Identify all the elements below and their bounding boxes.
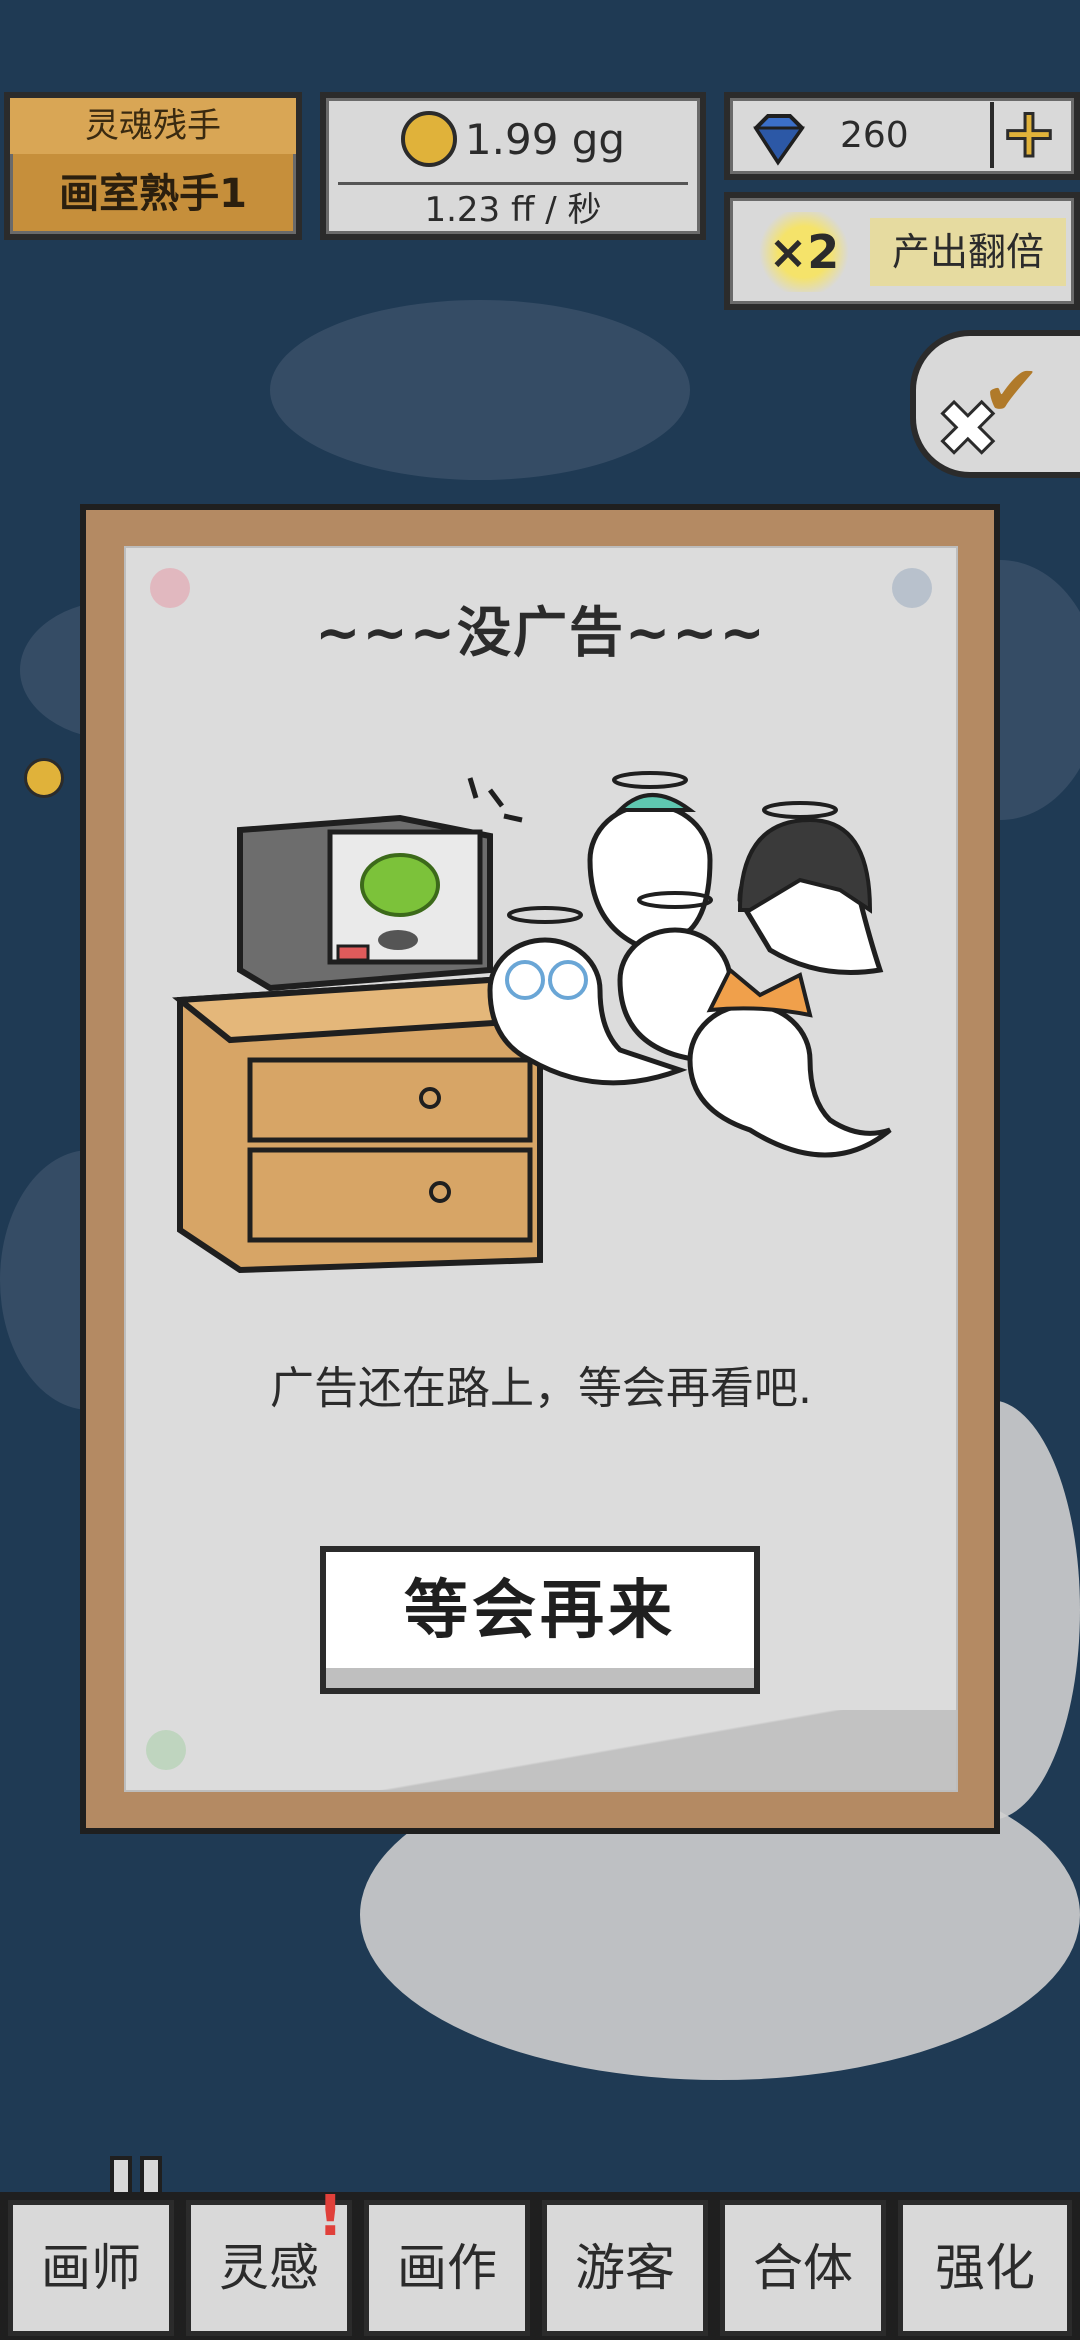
rank-title: 灵魂残手: [10, 98, 296, 154]
plus-icon[interactable]: +: [990, 98, 1064, 169]
no-ad-illustration: [172, 771, 892, 1274]
double-output-label: 产出翻倍: [870, 218, 1066, 286]
nav-item-label: 灵感: [219, 2239, 319, 2297]
background-cloud: [270, 300, 690, 480]
nav-item-label: 游客: [575, 2239, 675, 2297]
gem-amount: 260: [840, 115, 909, 156]
chimney-decoration: [110, 2156, 162, 2194]
paper-curl: [126, 1710, 956, 1790]
ghost-cap: [587, 771, 713, 953]
tv-icon: [237, 777, 523, 992]
cabinet: [172, 976, 548, 1274]
nav-item-visitors[interactable]: 游客: [542, 2200, 708, 2336]
coin-row: 1.99 gg: [326, 104, 700, 176]
rank-level: 画室熟手1: [59, 171, 247, 217]
ghost-cat: [687, 966, 892, 1158]
bottom-nav: 画师 灵感! 画作 游客 合体 强化: [0, 2189, 1080, 2340]
nav-item-inspiration[interactable]: 灵感!: [186, 2189, 352, 2336]
nav-item-label: 画师: [41, 2239, 141, 2297]
nav-item-merge[interactable]: 合体: [720, 2200, 886, 2336]
coin-panel: 1.99 gg 1.23 ff / 秒: [320, 92, 706, 240]
nav-item-label: 画作: [397, 2239, 497, 2297]
nav-item-upgrade[interactable]: 强化: [898, 2200, 1072, 2336]
coin-icon: [400, 110, 457, 167]
coin-rate: 1.23 ff / 秒: [338, 182, 688, 233]
close-icon: ✖: [935, 383, 1002, 475]
nav-item-label: 合体: [753, 2239, 853, 2297]
nav-item-label: 强化: [935, 2239, 1035, 2297]
ghost-black-hair: [737, 801, 884, 975]
rank-panel[interactable]: 灵魂残手 画室熟手1: [4, 92, 302, 240]
gem-panel: 260 +: [724, 92, 1080, 180]
side-toggle-button[interactable]: ✔ ✖: [910, 330, 1080, 478]
dialog-message: 广告还在路上，等会再看吧.: [270, 1363, 812, 1414]
nav-item-artworks[interactable]: 画作: [364, 2200, 530, 2336]
dialog-title: ~~~没广告~~~: [315, 601, 767, 664]
nav-item-painter[interactable]: 画师: [8, 2200, 174, 2336]
double-output-button[interactable]: ×2 产出翻倍: [724, 192, 1080, 310]
coin-icon: [24, 758, 64, 798]
alert-badge: !: [317, 2184, 343, 2249]
x2-icon: ×2: [754, 212, 854, 292]
coin-amount: 1.99 gg: [464, 115, 626, 164]
gem-icon: [753, 114, 805, 166]
confirm-button[interactable]: 等会再来: [320, 1546, 760, 1694]
